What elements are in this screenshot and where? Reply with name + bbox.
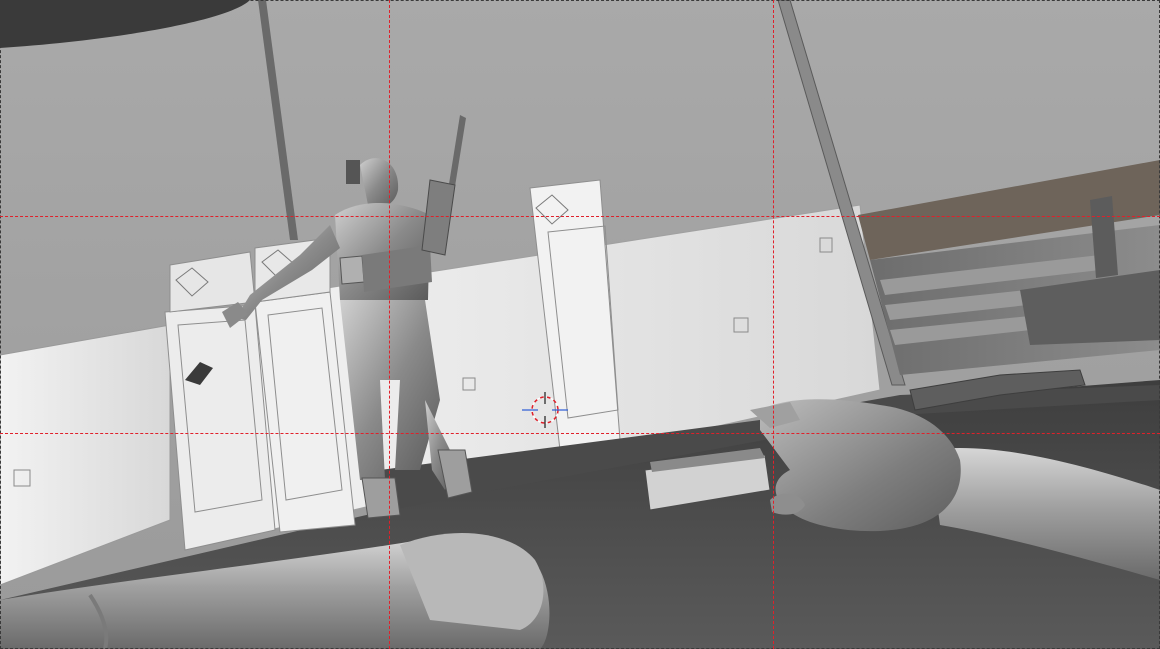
3d-viewport[interactable] [0, 0, 1160, 649]
headphones [346, 160, 360, 184]
scene-render[interactable] [0, 0, 1160, 649]
